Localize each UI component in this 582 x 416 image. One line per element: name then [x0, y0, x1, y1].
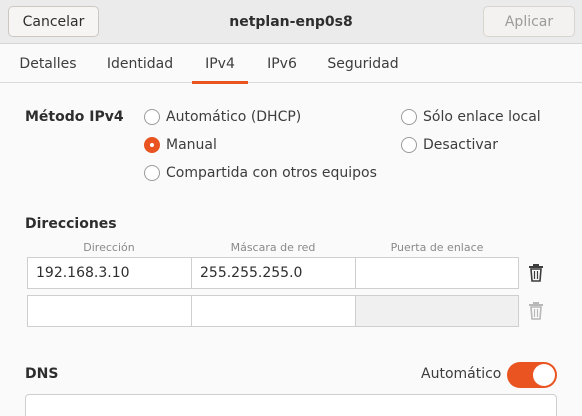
- radio-manual-label: Manual: [166, 137, 217, 153]
- address-input[interactable]: 192.168.3.10: [27, 257, 192, 289]
- header-bar: Cancelar netplan-enp0s8 Aplicar: [0, 0, 582, 44]
- radio-link-local-label: Sólo enlace local: [423, 109, 541, 125]
- column-header-gateway: Puerta de enlace: [390, 240, 484, 254]
- addresses-section-label: Direcciones: [25, 216, 117, 232]
- radio-auto-dhcp[interactable]: Automático (DHCP): [144, 109, 301, 125]
- radio-circle: [401, 137, 417, 153]
- tab-detalles[interactable]: Detalles: [8, 44, 88, 83]
- dns-auto-toggle[interactable]: [507, 362, 557, 388]
- dns-section-label: DNS: [25, 366, 59, 382]
- tab-bar: Detalles Identidad IPv4 IPv6 Seguridad: [0, 44, 582, 84]
- radio-shared[interactable]: Compartida con otros equipos: [144, 165, 377, 181]
- tab-identidad[interactable]: Identidad: [98, 44, 182, 83]
- ipv4-method-label: Método IPv4: [25, 109, 124, 125]
- column-header-netmask: Máscara de red: [230, 240, 316, 254]
- netmask-input[interactable]: [191, 295, 356, 327]
- address-input[interactable]: [27, 295, 192, 327]
- tab-ipv6[interactable]: IPv6: [258, 44, 306, 83]
- trash-icon[interactable]: [526, 263, 546, 283]
- radio-auto-dhcp-label: Automático (DHCP): [166, 109, 302, 125]
- radio-manual[interactable]: Manual: [144, 137, 217, 153]
- trash-icon: [526, 301, 546, 321]
- gateway-input[interactable]: [355, 295, 519, 327]
- column-header-address: Dirección: [83, 240, 135, 254]
- radio-circle-checked: [144, 137, 160, 153]
- radio-disable[interactable]: Desactivar: [401, 137, 498, 153]
- gateway-input[interactable]: [355, 257, 519, 289]
- radio-circle: [401, 109, 417, 125]
- netmask-input[interactable]: 255.255.255.0: [191, 257, 356, 289]
- radio-shared-label: Compartida con otros equipos: [166, 165, 377, 181]
- toggle-knob: [533, 364, 555, 386]
- radio-circle: [144, 165, 160, 181]
- apply-button[interactable]: Aplicar: [483, 6, 575, 37]
- tab-seguridad[interactable]: Seguridad: [318, 44, 408, 83]
- radio-link-local[interactable]: Sólo enlace local: [401, 109, 541, 125]
- dns-servers-input[interactable]: [25, 394, 557, 416]
- tab-ipv4[interactable]: IPv4: [192, 44, 248, 84]
- radio-circle: [144, 109, 160, 125]
- dns-auto-label: Automático: [421, 366, 502, 382]
- radio-disable-label: Desactivar: [423, 137, 498, 153]
